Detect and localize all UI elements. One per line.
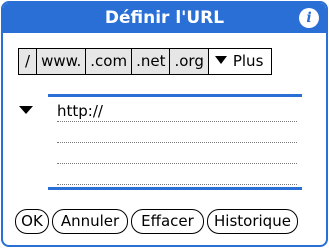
url-input[interactable]: http:// — [57, 102, 297, 122]
line-guide — [57, 163, 297, 164]
shortcut-www[interactable]: www. — [37, 49, 87, 74]
shortcut-slash[interactable]: / — [19, 49, 38, 74]
url-history-triangle-icon[interactable] — [19, 106, 33, 114]
more-label: Plus — [232, 52, 264, 70]
field-top-border — [48, 94, 302, 97]
url-input-area: http:// — [3, 93, 326, 193]
shortcut-com[interactable]: .com — [86, 49, 133, 74]
history-button[interactable]: Historique — [207, 209, 298, 234]
field-bottom-border — [48, 187, 302, 190]
title-bar: Définir l'URL i — [3, 3, 326, 33]
dialog-title: Définir l'URL — [104, 8, 225, 28]
ok-button[interactable]: OK — [15, 209, 49, 234]
cancel-button[interactable]: Annuler — [52, 209, 128, 234]
define-url-dialog: Définir l'URL i / www. .com .net .org Pl… — [1, 1, 328, 247]
info-icon[interactable]: i — [299, 8, 319, 28]
line-guide — [57, 142, 297, 143]
button-row: OK Annuler Effacer Historique — [15, 209, 298, 234]
more-shortcuts-dropdown[interactable]: Plus — [208, 49, 272, 74]
shortcut-net[interactable]: .net — [132, 49, 171, 74]
shortcut-org[interactable]: .org — [170, 49, 209, 74]
line-guide — [57, 184, 297, 185]
line-guide — [57, 121, 297, 122]
triangle-down-icon — [214, 56, 227, 64]
url-shortcut-bar: / www. .com .net .org Plus — [18, 48, 273, 75]
clear-button[interactable]: Effacer — [131, 209, 204, 234]
